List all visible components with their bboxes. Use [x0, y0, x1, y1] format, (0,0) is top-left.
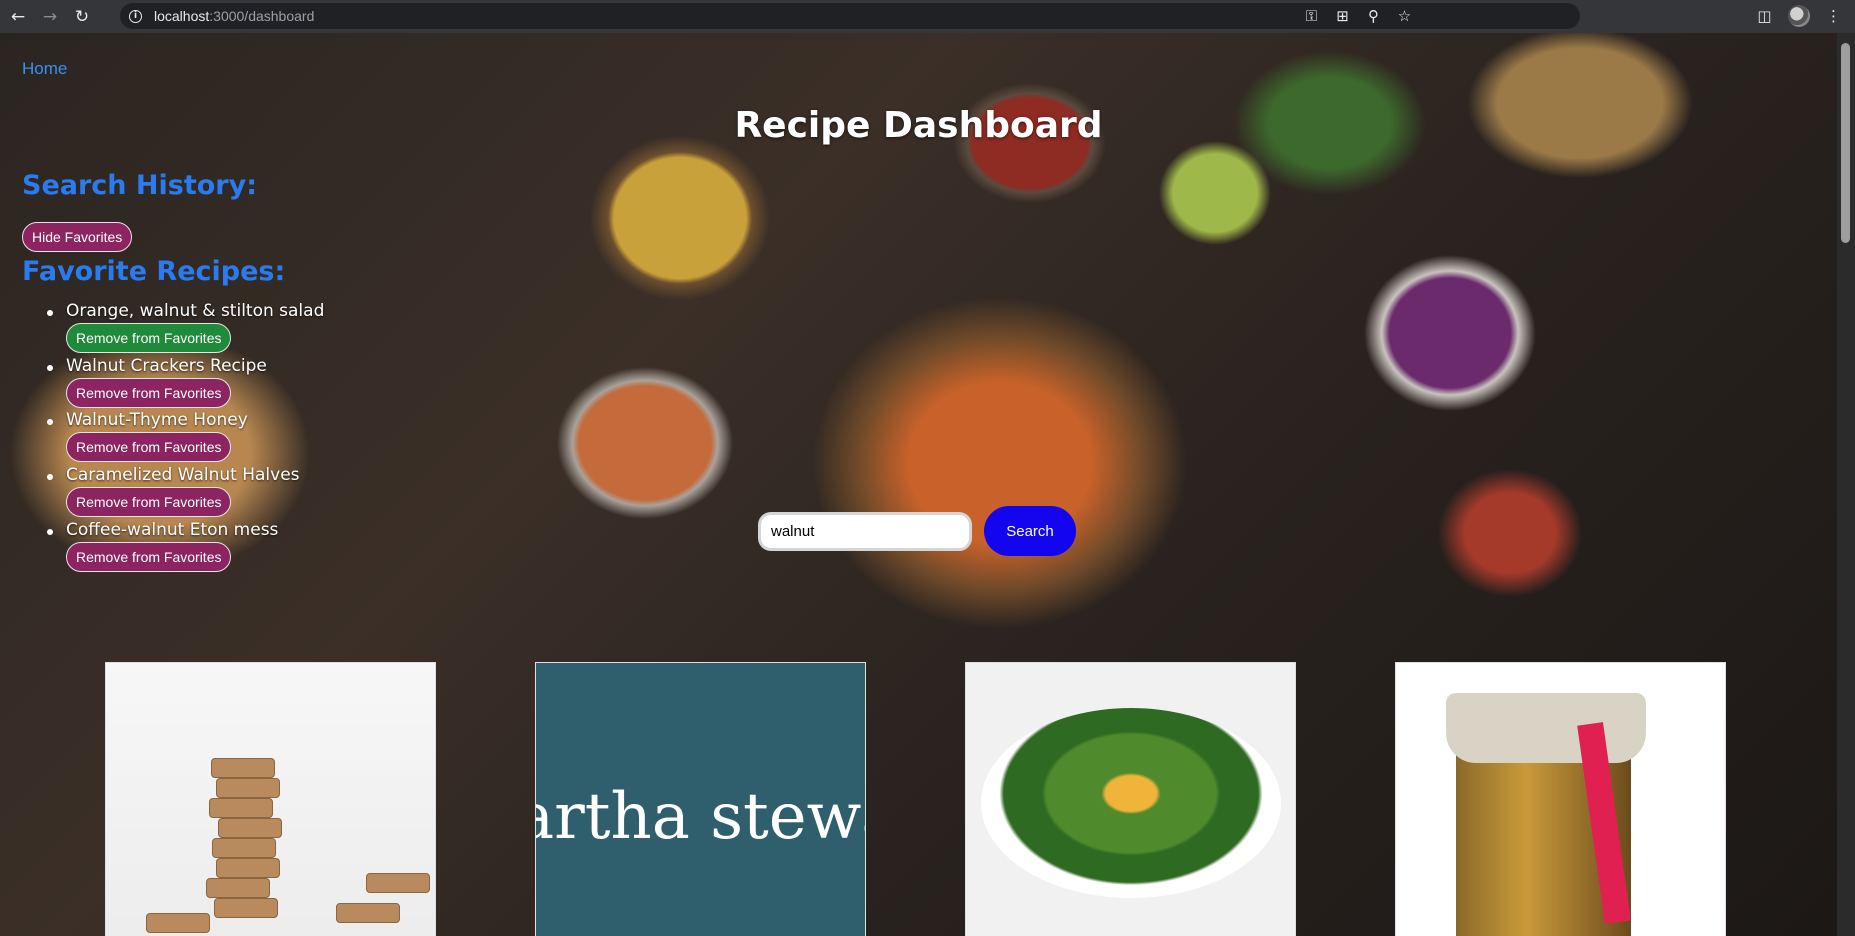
- page-scrollbar[interactable]: [1837, 33, 1855, 936]
- search-input[interactable]: [758, 511, 972, 551]
- favorites-list: Orange, walnut & stilton salad Remove fr…: [46, 301, 325, 575]
- salad-photo: [981, 708, 1281, 898]
- remove-favorite-button[interactable]: Remove from Favorites: [66, 487, 232, 518]
- scrollbar-thumb[interactable]: [1841, 43, 1850, 243]
- search-history-heading: Search History:: [22, 170, 258, 201]
- info-icon[interactable]: i: [129, 9, 142, 23]
- dashboard-page: Home Recipe Dashboard Search History: Hi…: [0, 33, 1837, 936]
- remove-favorite-button[interactable]: Remove from Favorites: [66, 432, 232, 463]
- sidepanel-icon[interactable]: ◫: [1749, 3, 1780, 29]
- reload-icon[interactable]: ↻: [68, 3, 96, 31]
- menu-icon[interactable]: ⋮: [1818, 3, 1849, 29]
- back-icon[interactable]: ←: [4, 3, 32, 31]
- star-icon[interactable]: ☆: [1389, 3, 1420, 29]
- hide-favorites-button[interactable]: Hide Favorites: [22, 222, 133, 252]
- martha-stewart-logo: artha stewa: [536, 780, 865, 854]
- profile-avatar[interactable]: [1788, 5, 1810, 27]
- favorite-recipes-heading: Favorite Recipes:: [22, 256, 286, 287]
- recipe-card[interactable]: [1395, 662, 1726, 936]
- favorite-name: Walnut Crackers Recipe: [66, 355, 267, 376]
- favorite-name: Walnut-Thyme Honey: [66, 410, 248, 431]
- search-button[interactable]: Search: [984, 506, 1076, 556]
- recipe-card[interactable]: [105, 662, 436, 936]
- list-item: Caramelized Walnut Halves Remove from Fa…: [46, 465, 324, 520]
- home-link[interactable]: Home: [22, 59, 67, 79]
- list-item: Walnut Crackers Recipe Remove from Favor…: [46, 355, 324, 411]
- list-item: Walnut-Thyme Honey Remove from Favorites: [46, 410, 324, 465]
- key-icon[interactable]: ⚿: [1296, 3, 1327, 29]
- remove-favorite-button[interactable]: Remove from Favorites: [66, 541, 232, 572]
- remove-favorite-button[interactable]: Remove from Favorites: [66, 323, 232, 353]
- recipe-card[interactable]: [965, 662, 1296, 936]
- url-text: localhost:3000/dashboard: [154, 8, 315, 24]
- install-icon[interactable]: ⊞: [1327, 3, 1358, 29]
- list-item: Coffee-walnut Eton mess Remove from Favo…: [46, 519, 324, 575]
- address-bar[interactable]: i localhost:3000/dashboard ⚿ ⊞ ⚲ ☆: [120, 3, 1580, 29]
- favorite-name: Coffee-walnut Eton mess: [66, 519, 279, 540]
- zoom-icon[interactable]: ⚲: [1358, 3, 1389, 29]
- forward-icon[interactable]: →: [36, 3, 64, 31]
- page-title: Recipe Dashboard: [734, 105, 1103, 146]
- favorite-name: Caramelized Walnut Halves: [66, 465, 300, 486]
- recipe-card[interactable]: artha stewa: [535, 662, 866, 936]
- remove-favorite-button[interactable]: Remove from Favorites: [66, 377, 232, 408]
- favorite-name: Orange, walnut & stilton salad: [66, 301, 325, 321]
- results-grid: artha stewa: [105, 662, 1726, 936]
- browser-toolbar: ← → ↻ i localhost:3000/dashboard ⚿ ⊞ ⚲ ☆…: [0, 0, 1855, 33]
- list-item: Orange, walnut & stilton salad Remove fr…: [46, 301, 325, 356]
- search-form: Search: [758, 506, 1076, 556]
